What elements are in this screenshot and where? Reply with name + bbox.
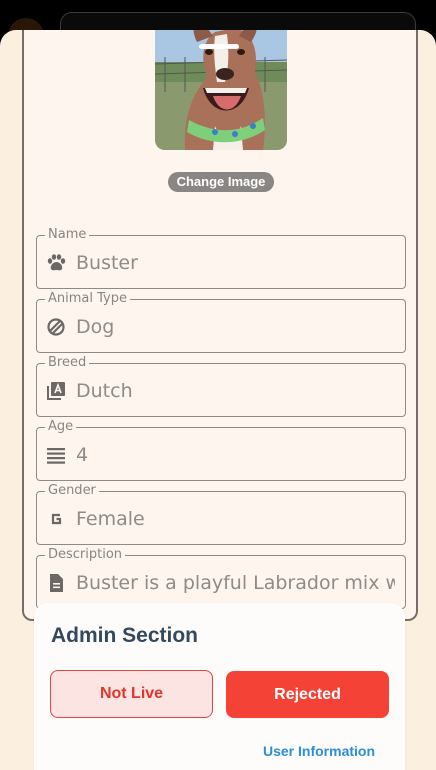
pet-form-card: Change Image Name Buster Animal Type Dog… <box>22 30 418 621</box>
breed-field[interactable]: Breed Dutch <box>36 354 406 417</box>
age-label: Age <box>45 418 77 436</box>
description-field[interactable]: Description Buster is a playful Labrador… <box>36 546 406 609</box>
name-input[interactable]: Buster <box>76 250 395 276</box>
letter-g-icon <box>45 509 67 529</box>
change-image-button[interactable]: Change Image <box>168 172 274 192</box>
breed-icon <box>45 381 67 401</box>
animal-type-label: Animal Type <box>45 290 130 308</box>
animal-type-icon <box>45 317 67 337</box>
user-information-link[interactable]: User Information <box>263 743 375 759</box>
animal-type-input[interactable]: Dog <box>76 314 395 340</box>
not-live-button[interactable]: Not Live <box>50 670 213 718</box>
breed-label: Breed <box>45 354 90 372</box>
description-input[interactable]: Buster is a playful Labrador mix wh <box>76 570 395 596</box>
admin-section-title: Admin Section <box>51 624 199 647</box>
age-field[interactable]: Age 4 <box>36 418 406 481</box>
gender-field[interactable]: Gender Female <box>36 482 406 545</box>
age-input[interactable]: 4 <box>76 442 395 468</box>
gender-label: Gender <box>45 482 99 500</box>
name-label: Name <box>45 226 90 244</box>
document-icon <box>45 573 67 593</box>
animal-type-field[interactable]: Animal Type Dog <box>36 290 406 353</box>
edit-pet-sheet: Change Image Name Buster Animal Type Dog… <box>0 30 436 770</box>
paw-icon <box>45 253 67 273</box>
description-label: Description <box>45 546 126 564</box>
rejected-button[interactable]: Rejected <box>226 671 389 718</box>
admin-section: Admin Section Not Live Rejected User Inf… <box>34 603 405 770</box>
drag-handle[interactable] <box>199 44 239 49</box>
list-icon <box>45 445 67 465</box>
gender-input[interactable]: Female <box>76 506 395 532</box>
name-field[interactable]: Name Buster <box>36 226 406 289</box>
breed-input[interactable]: Dutch <box>76 378 395 404</box>
